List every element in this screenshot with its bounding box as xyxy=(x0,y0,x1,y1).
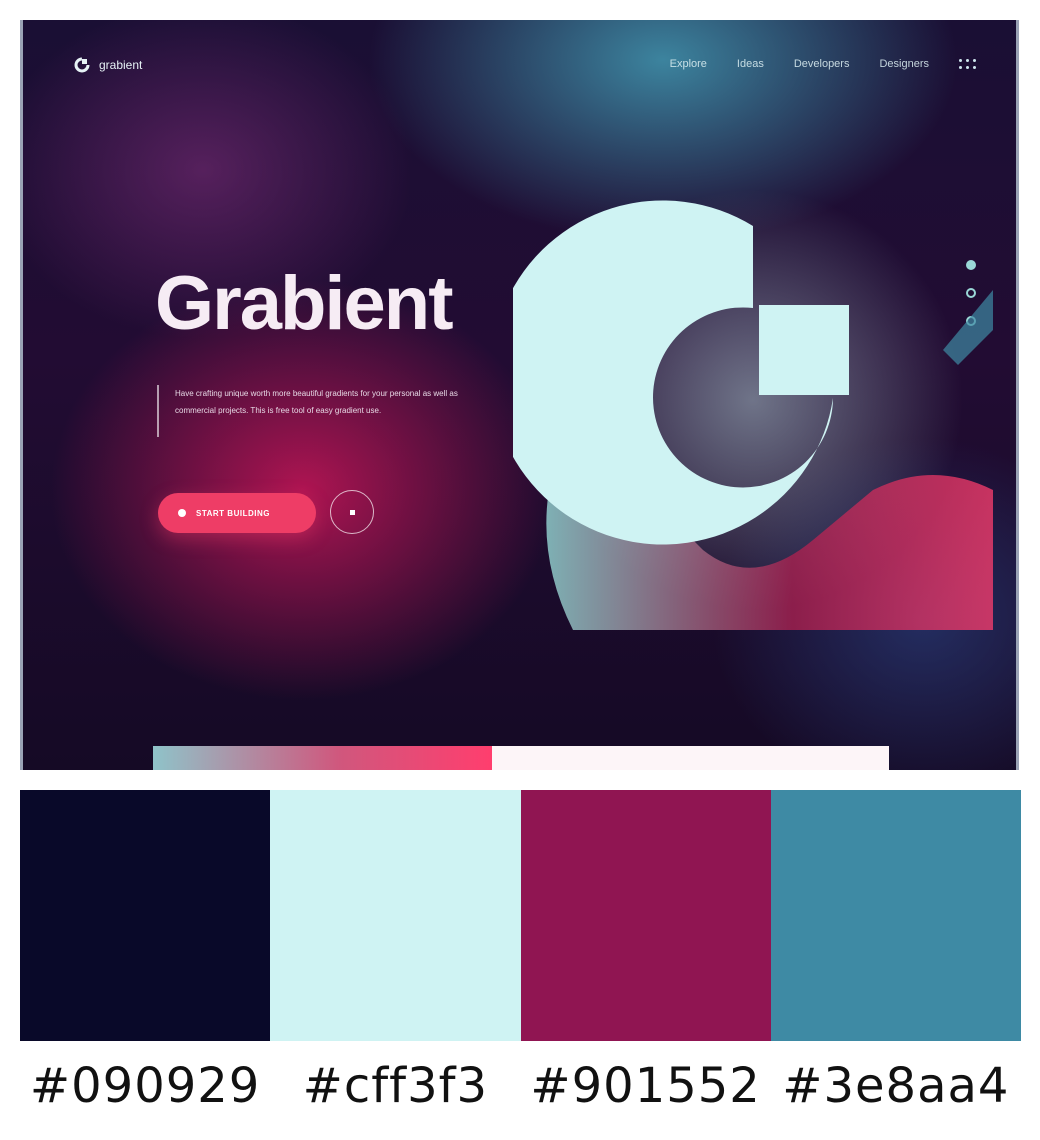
hero-illustration xyxy=(513,190,993,630)
swatch-label-4: #3e8aa4 xyxy=(782,1058,1010,1114)
palette-swatches xyxy=(20,790,1021,1041)
button-dot-icon xyxy=(178,509,186,517)
swatch-label-3: #901552 xyxy=(530,1058,761,1114)
hero-description: Have crafting unique worth more beautifu… xyxy=(175,389,458,415)
swatch-4 xyxy=(770,790,1021,1041)
gradient-logo-square xyxy=(759,305,849,395)
start-building-button[interactable]: START BUILDING xyxy=(158,493,316,533)
nav-link-developers[interactable]: Developers xyxy=(794,58,850,70)
grabient-logo-icon xyxy=(74,57,90,73)
landing-page-screenshot: grabient Explore Ideas Developers Design… xyxy=(20,20,1019,770)
hero-progress-fill xyxy=(153,746,492,770)
palette-labels: #090929 #cff3f3 #901552 #3e8aa4 xyxy=(20,1058,1021,1114)
light-beam xyxy=(943,290,993,365)
hero-description-block: Have crafting unique worth more beautifu… xyxy=(157,385,487,437)
brand-name: grabient xyxy=(99,58,143,72)
swatch-label-2: #cff3f3 xyxy=(302,1058,489,1114)
grid-menu-icon[interactable] xyxy=(959,59,976,69)
swatch-label-1: #090929 xyxy=(29,1058,261,1114)
nav-link-explore[interactable]: Explore xyxy=(670,58,707,70)
swatch-1 xyxy=(20,790,271,1041)
description-accent-bar xyxy=(157,385,159,437)
play-icon xyxy=(349,509,355,515)
play-button[interactable] xyxy=(330,490,374,534)
hero-progress-bar xyxy=(153,746,889,770)
brand-logo[interactable]: grabient xyxy=(73,56,142,74)
top-navigation: Explore Ideas Developers Designers xyxy=(670,58,976,70)
nav-link-designers[interactable]: Designers xyxy=(879,58,929,70)
swatch-2 xyxy=(270,790,521,1041)
hero-title: Grabient xyxy=(155,261,453,346)
nav-link-ideas[interactable]: Ideas xyxy=(737,58,764,70)
swatch-3 xyxy=(520,790,771,1041)
start-building-label: START BUILDING xyxy=(196,508,270,518)
